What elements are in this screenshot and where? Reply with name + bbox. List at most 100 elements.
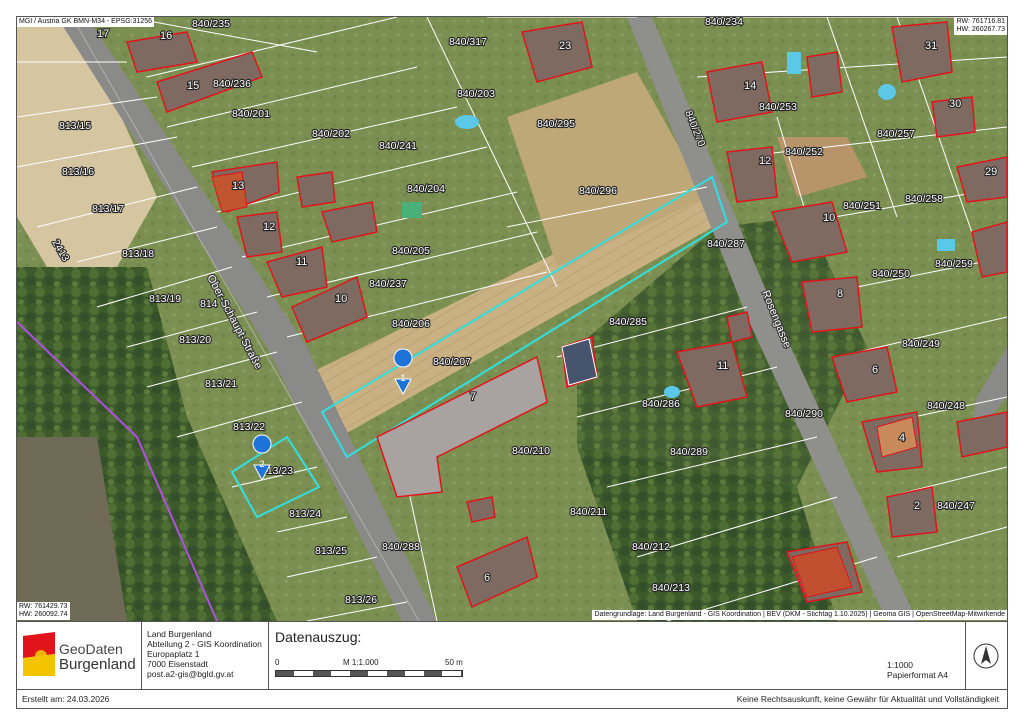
page-title: Datenauszug: [275, 629, 362, 645]
map-marker-label: 1 [400, 373, 405, 383]
parcel-label: 840/210 [512, 445, 550, 457]
bottom-line: Erstellt am: 24.03.2026 Keine Rechtsausk… [17, 689, 1007, 710]
parcel-label: 840/290 [785, 408, 823, 420]
parcel-label: 840/296 [579, 185, 617, 197]
parcel-label: 840/288 [382, 541, 420, 553]
address-line: Europaplatz 1 [147, 649, 200, 659]
creation-date: Erstellt am: 24.03.2026 [22, 694, 110, 704]
house-number-label: 10 [823, 212, 835, 224]
parcel-label: 840/202 [312, 128, 350, 140]
parcel-label: 840/317 [449, 36, 487, 48]
scale-label: M 1:1.000 [343, 658, 379, 667]
parcel-label: 840/295 [537, 118, 575, 130]
map-footer: GeoDaten Burgenland Land Burgenland Abte… [17, 621, 1007, 690]
parcel-label: 840/259 [935, 258, 973, 270]
attribution: Datengrundlage: Land Burgenland - GIS Ko… [592, 610, 1007, 620]
address-line[interactable]: post.a2-gis@bgld.gv.at [147, 669, 268, 679]
house-number-label: 13 [232, 180, 244, 192]
coordinates-bottom-left: RW: 761429.73 HW: 260092.74 [17, 602, 70, 620]
house-number-label: 23 [559, 40, 571, 52]
map-canvas[interactable]: 840/235 840/317 840/234 813/15 840/236 8… [17, 17, 1007, 621]
house-number-label: 2 [914, 500, 920, 512]
parcel-label: 840/241 [379, 140, 417, 152]
parcel-label: 840/201 [232, 108, 270, 120]
parcel-label: 813/15 [59, 120, 91, 132]
parcel-label: 840/289 [670, 446, 708, 458]
parcel-label: 840/258 [905, 193, 943, 205]
parcel-label: 840/287 [707, 238, 745, 250]
house-number-label: 12 [759, 155, 771, 167]
parcel-label: 840/249 [902, 338, 940, 350]
parcel-label: 840/211 [570, 506, 607, 518]
house-number-label: 17 [97, 28, 109, 40]
house-number-label: 11 [717, 360, 728, 372]
parcel-label: 840/235 [192, 18, 230, 30]
pool-icon [402, 202, 422, 218]
address-line: Abteilung 2 - GIS Koordination [147, 639, 262, 649]
map-svg: 840/235 840/317 840/234 813/15 840/236 8… [17, 17, 1007, 621]
house-number-label: 10 [335, 293, 347, 305]
parcel-label: 840/207 [433, 356, 471, 368]
address-block: Land Burgenland Abteilung 2 - GIS Koordi… [141, 622, 269, 690]
address-line: 7000 Eisenstadt [147, 659, 208, 669]
parcel-label: 840/248 [927, 400, 965, 412]
house-number-label: 7 [470, 391, 476, 403]
parcel-label: 813/17 [92, 203, 124, 215]
parcel-label-street: 814 [200, 298, 218, 310]
parcel-label: 840/247 [937, 500, 975, 512]
projection-info: MGI / Austria GK BMN-M34 - EPSG:31256 [17, 17, 155, 27]
house-number-label: 6 [872, 364, 878, 376]
parcel-label: 813/26 [345, 594, 377, 606]
parcel-label: 813/21 [205, 378, 237, 390]
parcel-label: 840/205 [392, 245, 430, 257]
parcel-label: 840/237 [369, 278, 407, 290]
scale-start: 0 [275, 658, 280, 667]
pool-icon [787, 52, 801, 74]
parcel-label: 840/251 [843, 200, 881, 212]
parcel-label: 840/252 [785, 146, 823, 158]
pool-icon [455, 115, 479, 129]
parcel-label: 840/204 [407, 183, 445, 195]
house-number-label: 8 [837, 288, 843, 300]
parcel-label: 840/234 [705, 17, 743, 28]
parcel-label: 840/285 [609, 316, 647, 328]
parcel-label: 813/16 [62, 166, 94, 178]
logo-text-region: Burgenland [59, 656, 136, 673]
parcel-label: 840/212 [632, 541, 670, 553]
north-arrow-cell [965, 622, 1007, 690]
house-number-label: 6 [484, 572, 490, 584]
parcel-label: 840/250 [872, 268, 910, 280]
parcel-label: 840/257 [877, 128, 915, 140]
parcel-label: 813/18 [122, 248, 154, 260]
house-number-label: 30 [949, 98, 961, 110]
scale-info: 1:1000 Papierformat A4 [887, 660, 948, 680]
north-arrow-icon [973, 643, 999, 669]
house-number-label: 16 [160, 30, 172, 42]
parcel-label: 840/213 [652, 582, 690, 594]
house-number-label: 15 [187, 80, 199, 92]
parcel-label: 813/25 [315, 545, 347, 557]
parcel-label: 840/253 [759, 101, 797, 113]
house-number-label: 4 [899, 432, 905, 444]
parcel-label: 813/20 [179, 334, 211, 346]
pool-icon [664, 386, 680, 398]
parcel-label: 813/19 [149, 293, 181, 305]
scale-bar: 0 M 1:1.000 50 m [275, 658, 475, 682]
map-marker-label: 2 [259, 459, 264, 469]
pool-icon [937, 239, 955, 251]
logo: GeoDaten Burgenland [17, 622, 142, 690]
house-number-label: 12 [263, 221, 275, 233]
logo-text-geo: GeoDaten [59, 641, 123, 657]
house-number-label: 11 [296, 256, 307, 268]
title-block: Datenauszug: 0 M 1:1.000 50 m 1:1000 Pap… [269, 622, 966, 690]
pool-icon [878, 84, 896, 100]
parcel-label: 840/206 [392, 318, 430, 330]
parcel-label: 813/22 [233, 421, 265, 433]
house-number-label: 29 [985, 166, 997, 178]
disclaimer: Keine Rechtsauskunft, keine Gewähr für A… [736, 694, 999, 704]
address-line: Land Burgenland [147, 629, 212, 639]
parcel-label: 840/286 [642, 398, 680, 410]
flag-icon [23, 632, 55, 676]
scale-end: 50 m [445, 658, 463, 667]
parcel-label: 840/236 [213, 78, 251, 90]
